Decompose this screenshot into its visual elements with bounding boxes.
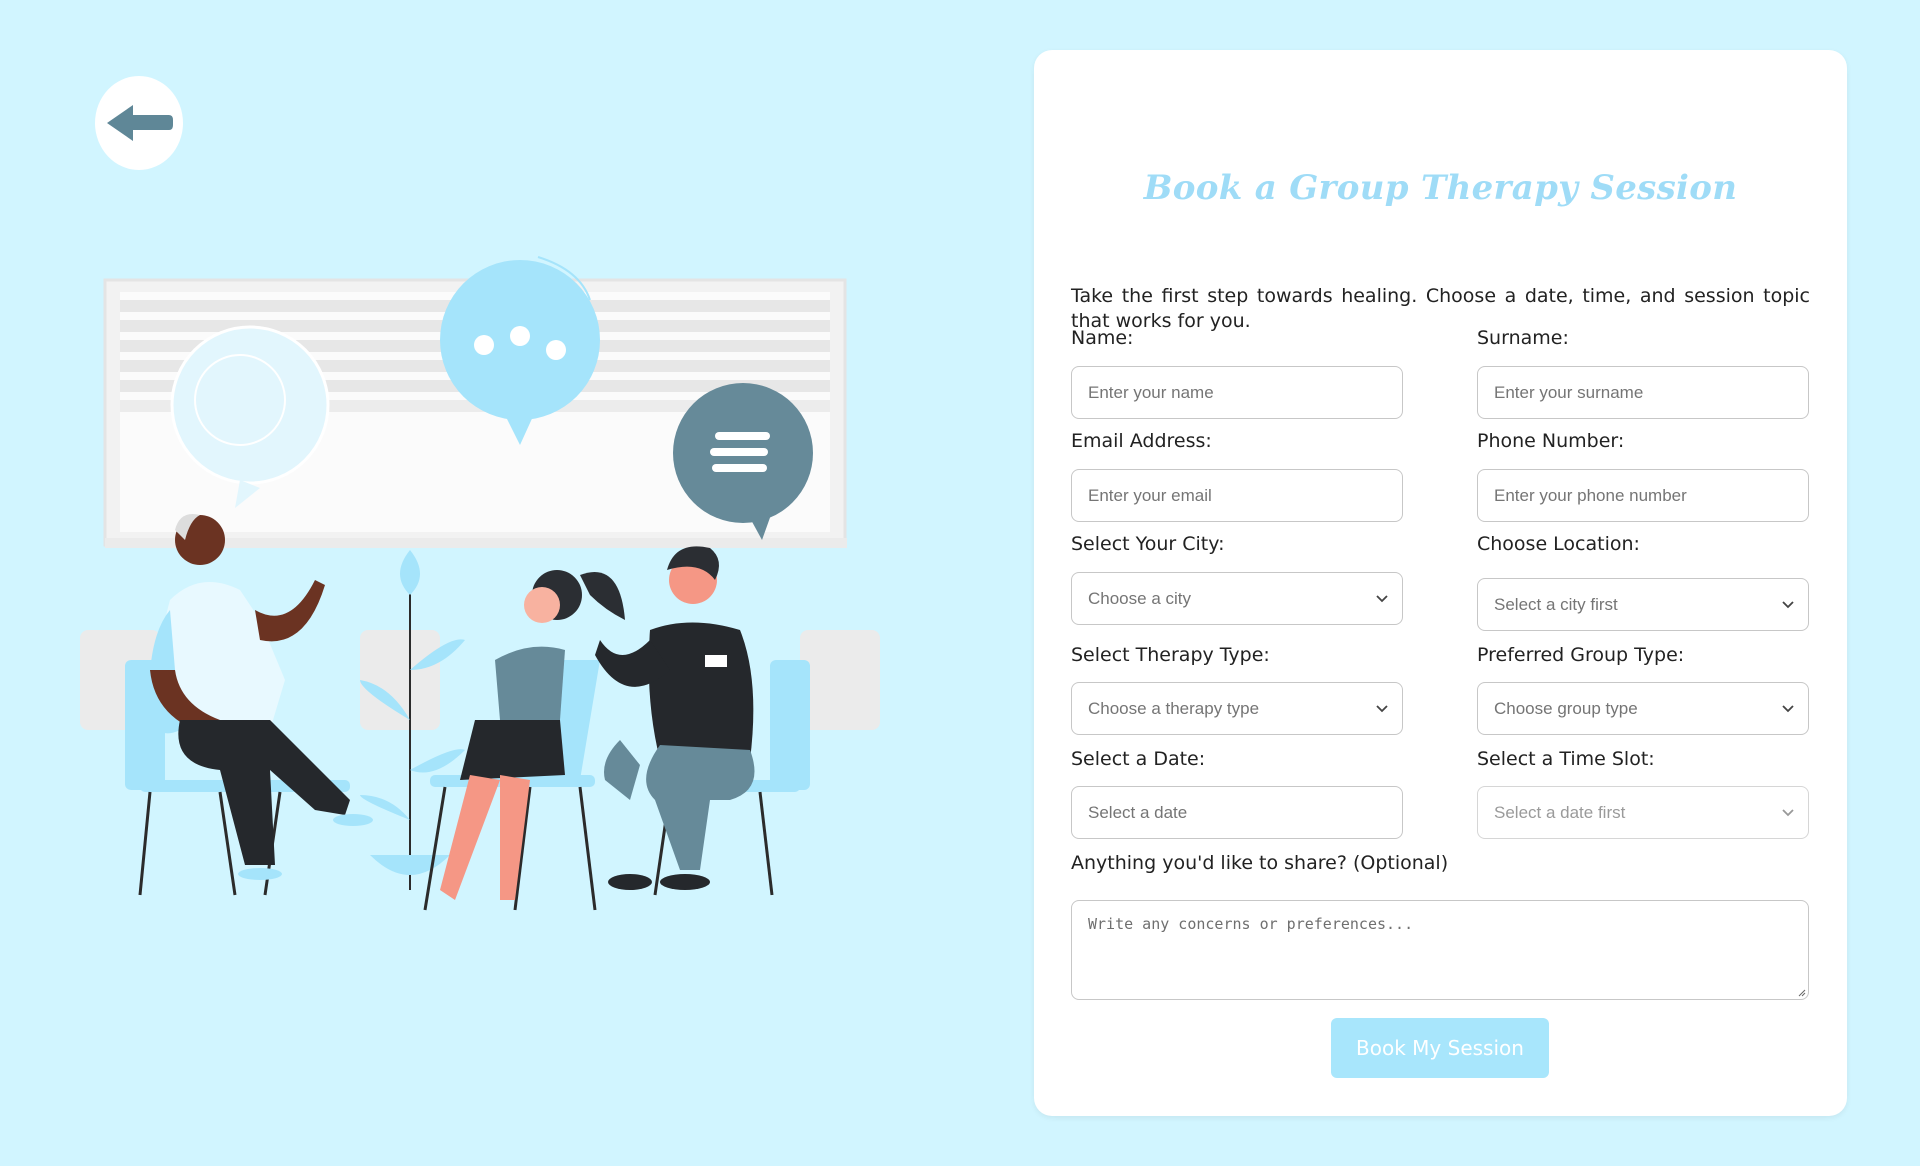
time-slot-label: Select a Time Slot: bbox=[1477, 748, 1655, 770]
therapy-type-selected-value: Choose a therapy type bbox=[1088, 698, 1260, 718]
phone-label: Phone Number: bbox=[1477, 430, 1625, 452]
city-selected-value: Choose a city bbox=[1088, 588, 1191, 608]
woman-figure bbox=[440, 570, 625, 900]
group-type-selected-value: Choose group type bbox=[1494, 698, 1638, 718]
resize-handle-icon[interactable] bbox=[1796, 987, 1806, 997]
form-intro: Take the first step towards healing. Cho… bbox=[1071, 285, 1810, 332]
group-therapy-illustration bbox=[80, 256, 880, 911]
chevron-down-icon bbox=[1782, 704, 1794, 712]
date-placeholder: Select a date bbox=[1088, 802, 1188, 822]
chevron-down-icon bbox=[1376, 704, 1388, 712]
group-type-label: Preferred Group Type: bbox=[1477, 644, 1685, 666]
share-placeholder: Write any concerns or preferences... bbox=[1088, 915, 1414, 933]
back-button[interactable] bbox=[95, 76, 183, 170]
group-type-select[interactable]: Choose group type bbox=[1477, 682, 1809, 735]
date-label: Select a Date: bbox=[1071, 748, 1206, 770]
surname-placeholder: Enter your surname bbox=[1494, 382, 1644, 402]
email-input[interactable]: Enter your email bbox=[1071, 469, 1403, 522]
city-label: Select Your City: bbox=[1071, 533, 1225, 555]
therapy-type-select[interactable]: Choose a therapy type bbox=[1071, 682, 1403, 735]
form-title: Book a Group Therapy Session bbox=[1143, 168, 1738, 208]
time-slot-select[interactable]: Select a date first bbox=[1477, 786, 1809, 839]
therapy-type-label: Select Therapy Type: bbox=[1071, 644, 1270, 666]
share-label: Anything you'd like to share? (Optional) bbox=[1071, 852, 1449, 874]
location-label: Choose Location: bbox=[1477, 533, 1640, 555]
older-man-figure bbox=[149, 514, 373, 880]
back-arrow-icon bbox=[107, 105, 173, 141]
name-placeholder: Enter your name bbox=[1088, 382, 1214, 402]
surname-input[interactable]: Enter your surname bbox=[1477, 366, 1809, 419]
location-selected-value: Select a city first bbox=[1494, 594, 1618, 614]
name-input[interactable]: Enter your name bbox=[1071, 366, 1403, 419]
surname-label: Surname: bbox=[1477, 327, 1569, 349]
chevron-down-icon bbox=[1376, 594, 1388, 602]
share-textarea[interactable]: Write any concerns or preferences... bbox=[1071, 900, 1809, 1000]
city-select[interactable]: Choose a city bbox=[1071, 572, 1403, 625]
book-session-button[interactable]: Book My Session bbox=[1331, 1018, 1549, 1078]
location-select[interactable]: Select a city first bbox=[1477, 578, 1809, 631]
booking-form-card: Book a Group Therapy Session Take the fi… bbox=[1034, 50, 1847, 1116]
name-label: Name: bbox=[1071, 327, 1134, 349]
time-slot-selected-value: Select a date first bbox=[1494, 802, 1626, 822]
chevron-down-icon bbox=[1782, 808, 1794, 816]
email-label: Email Address: bbox=[1071, 430, 1212, 452]
email-placeholder: Enter your email bbox=[1088, 485, 1212, 505]
phone-input[interactable]: Enter your phone number bbox=[1477, 469, 1809, 522]
date-input[interactable]: Select a date bbox=[1071, 786, 1403, 839]
phone-placeholder: Enter your phone number bbox=[1494, 485, 1687, 505]
chevron-down-icon bbox=[1782, 600, 1794, 608]
